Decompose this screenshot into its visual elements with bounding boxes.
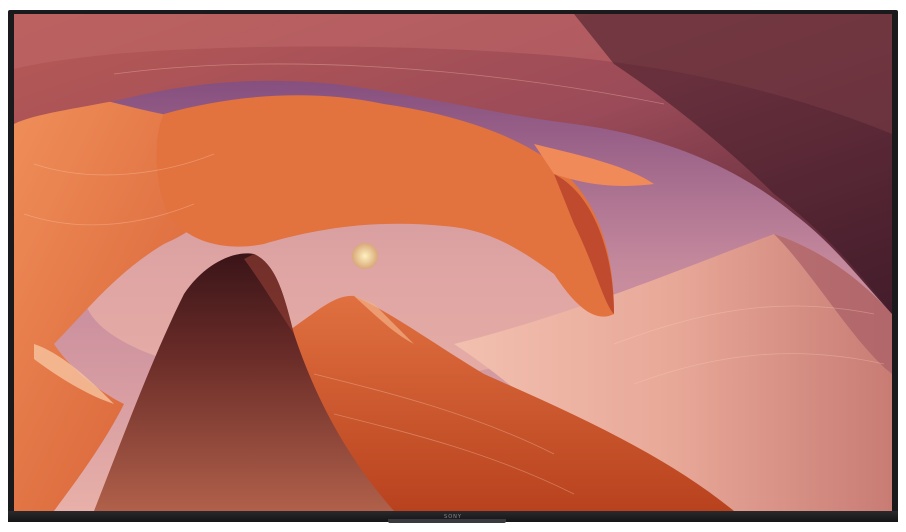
canyon-landscape-image — [14, 14, 892, 511]
tv-screen — [14, 14, 892, 511]
television-frame: SONY — [8, 10, 898, 522]
tv-stand-bar — [388, 519, 506, 523]
moon — [352, 243, 378, 269]
